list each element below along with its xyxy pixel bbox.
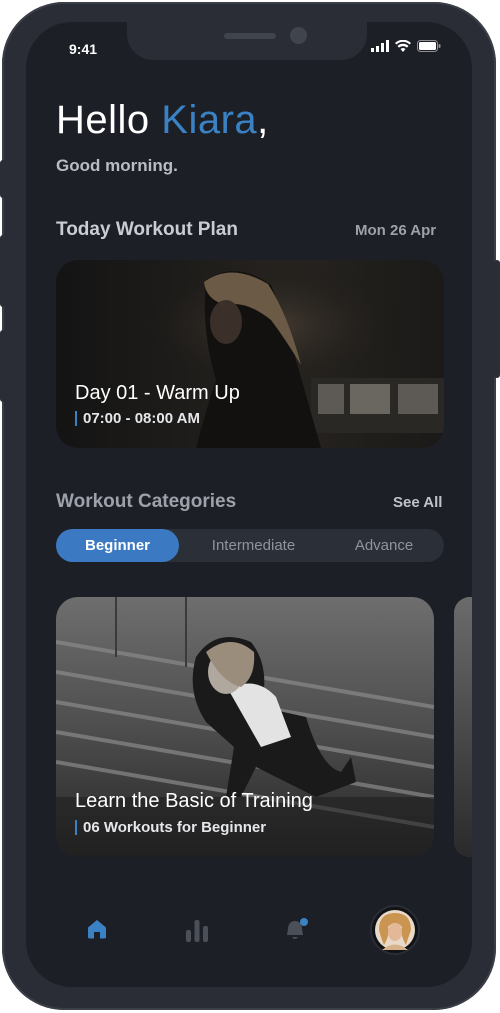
nav-stats[interactable] <box>184 917 210 948</box>
category-workout-subtitle: 06 Workouts for Beginner <box>75 820 266 835</box>
nav-home[interactable] <box>85 917 109 946</box>
today-workout-card[interactable]: Day 01 - Warm Up 07:00 - 08:00 AM <box>56 260 444 448</box>
user-name: Kiara <box>161 98 258 142</box>
status-time: 9:41 <box>69 41 98 57</box>
greeting-heading: Hello Kiara, <box>56 98 269 143</box>
greeting-hello: Hello <box>56 98 162 142</box>
see-all-link[interactable]: See All <box>393 494 442 511</box>
speaker <box>224 33 276 39</box>
mute-switch <box>0 160 6 198</box>
category-workout-card[interactable]: Learn the Basic of Training 06 Workouts … <box>56 597 434 857</box>
wifi-icon <box>395 40 411 52</box>
bar-chart-icon <box>186 920 208 942</box>
today-plan-date: Mon 26 Apr <box>355 222 437 239</box>
notification-bell-icon <box>287 918 308 939</box>
category-workout-photo <box>56 597 434 857</box>
categories-title: Workout Categories <box>56 491 237 512</box>
tab-beginner[interactable]: Beginner <box>56 529 179 562</box>
next-category-card-peek[interactable] <box>454 597 472 857</box>
category-workout-title: Learn the Basic of Training <box>75 790 313 812</box>
today-plan-title: Today Workout Plan <box>56 219 238 240</box>
today-workout-time: 07:00 - 08:00 AM <box>75 411 200 426</box>
volume-down-button <box>0 330 6 402</box>
status-icons <box>371 40 441 52</box>
greeting-comma: , <box>257 98 269 142</box>
profile-avatar <box>370 905 420 955</box>
nav-notifications[interactable] <box>282 916 310 949</box>
tab-intermediate[interactable]: Intermediate <box>191 529 316 562</box>
nav-profile[interactable] <box>370 905 420 955</box>
power-button <box>494 260 500 378</box>
cellular-signal-icon <box>371 40 389 52</box>
tab-advance[interactable]: Advance <box>334 529 434 562</box>
notch <box>127 22 367 60</box>
greeting-subtitle: Good morning. <box>56 156 178 175</box>
battery-icon <box>417 40 441 52</box>
today-workout-title: Day 01 - Warm Up <box>75 382 240 404</box>
volume-up-button <box>0 235 6 307</box>
front-camera <box>290 27 307 44</box>
category-tabs: Beginner Intermediate Advance <box>56 529 444 562</box>
home-icon <box>88 920 106 939</box>
app-screen: 9:41 Hello Kiara, Good morning. Today Wo… <box>26 22 472 987</box>
